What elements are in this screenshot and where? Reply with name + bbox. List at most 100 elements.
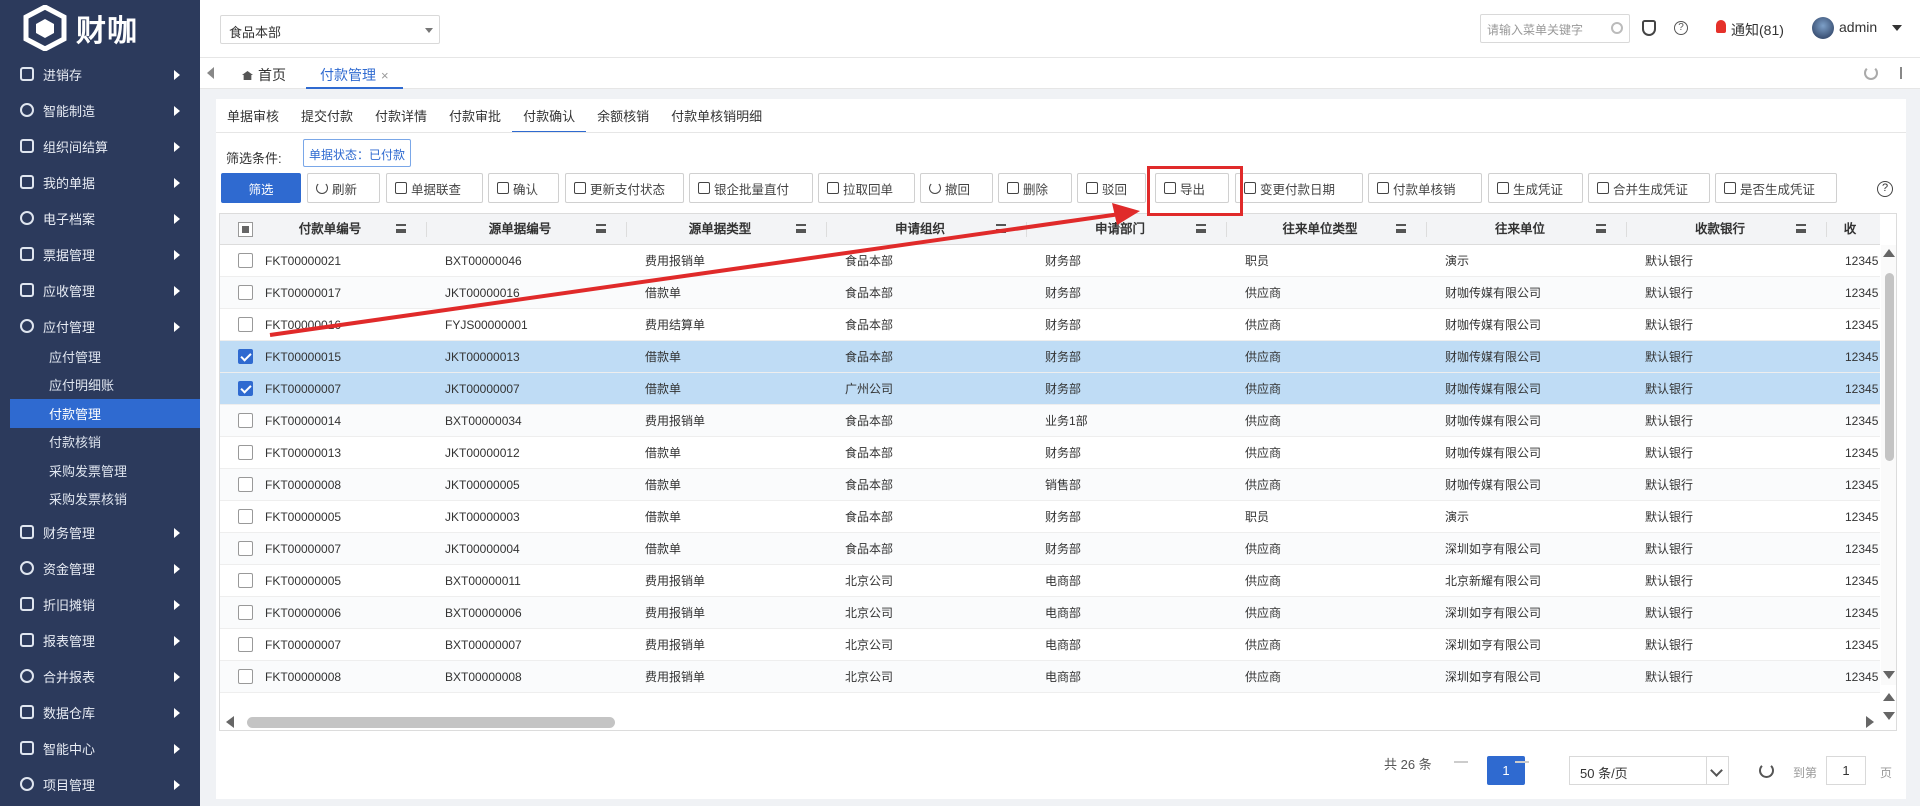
- column-header[interactable]: 往来单位: [1430, 214, 1610, 244]
- bell-icon[interactable]: [1716, 20, 1726, 33]
- scroll-thumb[interactable]: [247, 717, 615, 728]
- sidebar-item[interactable]: 智能中心: [0, 730, 200, 766]
- row-checkbox[interactable]: [238, 381, 253, 396]
- row-checkbox[interactable]: [238, 541, 253, 556]
- table-row[interactable]: FKT00000006 BXT00000006 费用报销单 北京公司 电商部 供应商 深圳如…: [220, 597, 1880, 629]
- toolbar-button[interactable]: 拉取回单: [818, 173, 915, 203]
- sidebar-item[interactable]: 智能制造: [0, 92, 200, 128]
- sidebar-item[interactable]: 数据仓库: [0, 694, 200, 730]
- row-checkbox[interactable]: [238, 253, 253, 268]
- toolbar-button[interactable]: 单据联查: [386, 173, 483, 203]
- table-row[interactable]: FKT00000008 BXT00000008 费用报销单 北京公司 电商部 供应商 深圳如…: [220, 661, 1880, 693]
- column-header[interactable]: 收款银行: [1630, 214, 1810, 244]
- column-header[interactable]: 付款单编号: [250, 214, 410, 244]
- sidebar-subitem[interactable]: 付款核销: [0, 428, 200, 457]
- subtab[interactable]: 付款单核销明细: [660, 109, 773, 133]
- subtab[interactable]: 付款确认: [512, 109, 587, 133]
- scroll-up-icon[interactable]: [1883, 693, 1895, 701]
- search-icon[interactable]: [1611, 22, 1623, 34]
- vertical-scrollbar[interactable]: [1881, 245, 1896, 685]
- row-checkbox[interactable]: [238, 605, 253, 620]
- sidebar-item[interactable]: 报表管理: [0, 622, 200, 658]
- row-checkbox[interactable]: [238, 477, 253, 492]
- toolbar-button[interactable]: 变更付款日期: [1235, 173, 1363, 203]
- notification-link[interactable]: 通知(81): [1731, 20, 1784, 40]
- horizontal-scrollbar[interactable]: [220, 714, 1880, 730]
- table-row[interactable]: FKT00000007 JKT00000007 借款单 广州公司 财务部 供应商 财咖传媒有…: [220, 373, 1880, 405]
- sidebar-item[interactable]: 合并报表: [0, 658, 200, 694]
- sidebar-item[interactable]: 进销存: [0, 56, 200, 92]
- row-checkbox[interactable]: [238, 349, 253, 364]
- sidebar-item[interactable]: 我的单据: [0, 164, 200, 200]
- tab-home[interactable]: 首页: [242, 65, 286, 85]
- scroll-down-icon[interactable]: [1883, 712, 1895, 720]
- row-checkbox[interactable]: [238, 573, 253, 588]
- toolbar-button[interactable]: 撤回: [920, 173, 993, 203]
- column-header[interactable]: 往来单位类型: [1230, 214, 1410, 244]
- scroll-right-icon[interactable]: [1866, 716, 1874, 728]
- org-select[interactable]: 食品本部: [220, 15, 440, 44]
- column-divider[interactable]: [626, 222, 627, 237]
- toolbar-button[interactable]: 删除: [998, 173, 1072, 203]
- table-row[interactable]: FKT00000016 FYJS00000001 费用结算单 食品本部 财务部 供应商 财咖…: [220, 309, 1880, 341]
- menu-search-input[interactable]: 请输入菜单关键字: [1480, 14, 1630, 43]
- sidebar-item[interactable]: 组织间结算: [0, 128, 200, 164]
- subtab[interactable]: 付款审批: [438, 109, 512, 133]
- toolbar-button[interactable]: 付款单核销: [1368, 173, 1482, 203]
- sidebar-subitem[interactable]: 采购发票核销: [0, 485, 200, 514]
- column-menu-icon[interactable]: [1396, 224, 1406, 233]
- row-checkbox[interactable]: [238, 285, 253, 300]
- row-checkbox[interactable]: [238, 445, 253, 460]
- scroll-thumb[interactable]: [1885, 273, 1894, 461]
- column-menu-icon[interactable]: [596, 224, 606, 233]
- sidebar-item[interactable]: 电子档案: [0, 200, 200, 236]
- table-row[interactable]: FKT00000005 BXT00000011 费用报销单 北京公司 电商部 供应商 北京新…: [220, 565, 1880, 597]
- column-menu-icon[interactable]: [396, 224, 406, 233]
- refresh-icon[interactable]: [1759, 763, 1774, 778]
- toolbar-button[interactable]: 合并生成凭证: [1588, 173, 1710, 203]
- page-size-select[interactable]: 50 条/页: [1569, 756, 1729, 785]
- toolbar-button[interactable]: 确认: [488, 173, 559, 203]
- toolbar-button[interactable]: 银企批量直付: [689, 173, 813, 203]
- sidebar-item[interactable]: 财务管理: [0, 514, 200, 550]
- user-menu-caret-icon[interactable]: [1892, 25, 1902, 31]
- sidebar-subitem[interactable]: 应付管理: [0, 342, 200, 371]
- help-icon[interactable]: ?: [1877, 181, 1893, 197]
- sidebar-item[interactable]: 票据管理: [0, 236, 200, 272]
- sidebar-item[interactable]: 资金管理: [0, 550, 200, 586]
- table-row[interactable]: FKT00000008 JKT00000005 借款单 食品本部 销售部 供应商 财咖传媒有…: [220, 469, 1880, 501]
- table-row[interactable]: FKT00000015 JKT00000013 借款单 食品本部 财务部 供应商 财咖传媒有…: [220, 341, 1880, 373]
- toolbar-button[interactable]: 生成凭证: [1488, 173, 1583, 203]
- column-header[interactable]: 源单据类型: [630, 214, 810, 244]
- table-row[interactable]: FKT00000014 BXT00000034 费用报销单 食品本部 业务1部 供应商 财咖…: [220, 405, 1880, 437]
- user-name[interactable]: admin: [1839, 19, 1877, 35]
- sidebar-subitem[interactable]: 付款管理: [10, 399, 200, 428]
- column-menu-icon[interactable]: [1796, 224, 1806, 233]
- refresh-icon[interactable]: [1864, 66, 1878, 80]
- scroll-up-icon[interactable]: [1883, 249, 1895, 257]
- app-logo[interactable]: 财咖: [0, 0, 200, 56]
- filter-button[interactable]: 筛选: [221, 173, 301, 203]
- prev-page-icon[interactable]: [1454, 761, 1468, 763]
- column-divider[interactable]: [1426, 222, 1427, 237]
- column-divider[interactable]: [826, 222, 827, 237]
- column-divider[interactable]: [426, 222, 427, 237]
- column-header[interactable]: 申请组织: [830, 214, 1010, 244]
- column-divider[interactable]: [1226, 222, 1227, 237]
- sidebar-item[interactable]: 折旧摊销: [0, 586, 200, 622]
- table-row[interactable]: FKT00000021 BXT00000046 费用报销单 食品本部 财务部 职员 演示 默认…: [220, 245, 1880, 277]
- close-icon[interactable]: ×: [381, 68, 389, 83]
- toolbar-button[interactable]: 更新支付状态: [565, 173, 684, 203]
- toolbar-button[interactable]: 刷新: [307, 173, 380, 203]
- sidebar-subitem[interactable]: 采购发票管理: [0, 456, 200, 485]
- toolbar-button[interactable]: 是否生成凭证: [1715, 173, 1837, 203]
- subtab[interactable]: 单据审核: [216, 109, 290, 133]
- table-row[interactable]: FKT00000005 JKT00000003 借款单 食品本部 财务部 职员 演示 默认银行…: [220, 501, 1880, 533]
- column-header[interactable]: 收: [1830, 214, 1870, 244]
- tab-payment-management[interactable]: 付款管理 ×: [306, 58, 403, 89]
- table-row[interactable]: FKT00000017 JKT00000016 借款单 食品本部 财务部 供应商 财咖传媒有…: [220, 277, 1880, 309]
- column-divider[interactable]: [1626, 222, 1627, 237]
- subtab[interactable]: 提交付款: [290, 109, 364, 133]
- goto-page-input[interactable]: 1: [1826, 756, 1866, 785]
- toolbar-button[interactable]: 驳回: [1077, 173, 1146, 203]
